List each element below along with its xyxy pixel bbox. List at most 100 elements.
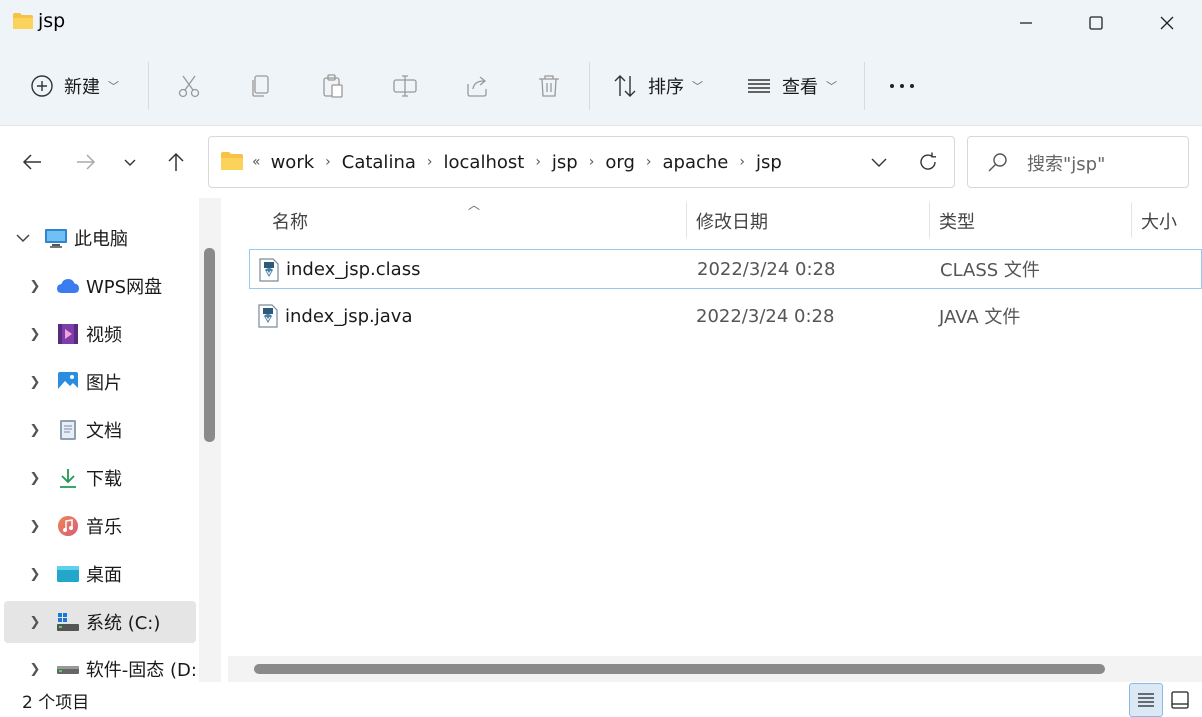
chevron-right-icon[interactable]: ❯ xyxy=(24,279,46,294)
more-button[interactable] xyxy=(888,62,916,110)
search-placeholder: 搜索"jsp" xyxy=(1027,154,1106,175)
sidebar-item-label: 音乐 xyxy=(86,517,122,538)
sidebar-item-downloads[interactable]: ❯ 下载 xyxy=(4,457,196,499)
forward-button[interactable] xyxy=(68,142,104,182)
drive-c-icon xyxy=(56,610,80,634)
chevron-right-icon[interactable]: ❯ xyxy=(24,423,46,438)
window-title: jsp xyxy=(38,10,66,32)
breadcrumb-item[interactable]: Catalina xyxy=(342,152,416,173)
breadcrumb-item[interactable]: jsp xyxy=(756,152,782,173)
folder-icon xyxy=(221,152,243,170)
new-button[interactable]: 新建 ﹀ xyxy=(30,62,119,110)
sidebar-item-label: 视频 xyxy=(86,325,122,346)
maximize-icon xyxy=(1089,16,1103,30)
picture-icon xyxy=(56,370,80,394)
divider xyxy=(589,62,590,110)
paste-button[interactable] xyxy=(320,62,346,110)
chevron-right-icon[interactable]: › xyxy=(739,154,745,170)
sidebar-item-wps-drive[interactable]: ❯ WPS网盘 xyxy=(4,265,196,307)
column-header-type[interactable]: 类型 xyxy=(939,204,975,238)
file-row[interactable]: index_jsp.java 2022/3/24 0:28 JAVA 文件 xyxy=(249,296,1202,336)
item-count: 2 个项目 xyxy=(22,693,90,713)
tiles-view-button[interactable] xyxy=(1163,683,1197,717)
minimize-button[interactable] xyxy=(991,0,1061,46)
chevron-right-icon[interactable]: ❯ xyxy=(24,471,46,486)
column-divider[interactable] xyxy=(929,202,930,238)
refresh-button[interactable] xyxy=(910,142,946,182)
breadcrumb-item[interactable]: localhost xyxy=(444,152,525,173)
chevron-right-icon[interactable]: ❯ xyxy=(24,327,46,342)
delete-button[interactable] xyxy=(536,62,562,110)
tiles-view-icon xyxy=(1171,691,1189,709)
details-view-icon xyxy=(1138,693,1154,707)
java-file-icon xyxy=(258,304,278,328)
music-icon xyxy=(56,514,80,538)
column-divider[interactable] xyxy=(686,202,687,238)
chevron-right-icon[interactable]: › xyxy=(646,154,652,170)
new-label: 新建 xyxy=(64,77,100,98)
more-icon xyxy=(890,84,914,88)
rename-icon xyxy=(393,75,417,97)
breadcrumb-item[interactable]: work xyxy=(271,152,315,173)
column-header-size[interactable]: 大小 xyxy=(1141,204,1177,238)
breadcrumb-overflow[interactable]: « xyxy=(252,154,261,170)
recent-locations-button[interactable] xyxy=(112,142,148,182)
column-header-date[interactable]: 修改日期 xyxy=(696,204,768,238)
file-type: JAVA 文件 xyxy=(939,307,1021,328)
sidebar-item-videos[interactable]: ❯ 视频 xyxy=(4,313,196,355)
share-icon xyxy=(467,76,487,97)
file-row[interactable]: index_jsp.class 2022/3/24 0:28 CLASS 文件 xyxy=(249,249,1202,289)
chevron-down-icon[interactable] xyxy=(12,231,34,245)
chevron-right-icon[interactable]: ❯ xyxy=(24,567,46,582)
sidebar-item-label: 桌面 xyxy=(86,565,122,586)
chevron-right-icon[interactable]: › xyxy=(427,154,433,170)
chevron-right-icon[interactable]: › xyxy=(589,154,595,170)
chevron-down-icon: ﹀ xyxy=(692,80,703,93)
breadcrumb-item[interactable]: jsp xyxy=(552,152,578,173)
drive-d-icon xyxy=(56,657,80,681)
chevron-right-icon[interactable]: › xyxy=(535,154,541,170)
column-header-name[interactable]: 名称 xyxy=(272,204,308,238)
chevron-right-icon[interactable]: › xyxy=(325,154,331,170)
back-button[interactable] xyxy=(14,142,50,182)
rename-button[interactable] xyxy=(392,62,418,110)
file-name: index_jsp.class xyxy=(286,258,421,280)
breadcrumb: « work › Catalina › localhost › jsp › or… xyxy=(248,148,782,176)
column-divider[interactable] xyxy=(1131,202,1132,238)
chevron-right-icon[interactable]: ❯ xyxy=(24,615,46,630)
sidebar-item-label: 图片 xyxy=(86,373,122,394)
up-button[interactable] xyxy=(158,142,194,182)
sidebar-scrollbar-thumb[interactable] xyxy=(204,248,215,442)
sidebar-item-desktop[interactable]: ❯ 桌面 xyxy=(4,553,196,595)
breadcrumb-item[interactable]: org xyxy=(605,152,635,173)
chevron-right-icon[interactable]: ❯ xyxy=(24,662,46,677)
file-name: index_jsp.java xyxy=(285,305,413,327)
copy-button[interactable] xyxy=(248,62,274,110)
cut-button[interactable] xyxy=(176,62,202,110)
details-view-button[interactable] xyxy=(1129,683,1163,717)
breadcrumb-item[interactable]: apache xyxy=(662,152,728,173)
chevron-right-icon[interactable]: ❯ xyxy=(24,519,46,534)
sidebar-item-drive-c[interactable]: ❯ 系统 (C:) xyxy=(4,601,196,643)
folder-icon xyxy=(13,13,33,29)
maximize-button[interactable] xyxy=(1061,0,1131,46)
view-button[interactable]: 查看 ﹀ xyxy=(746,62,837,110)
view-label: 查看 xyxy=(782,77,818,98)
video-icon xyxy=(56,322,80,346)
chevron-right-icon[interactable]: ❯ xyxy=(24,375,46,390)
sidebar-item-music[interactable]: ❯ 音乐 xyxy=(4,505,196,547)
divider xyxy=(148,62,149,110)
chevron-down-icon xyxy=(871,158,887,167)
close-icon xyxy=(1160,16,1174,30)
share-button[interactable] xyxy=(464,62,490,110)
sidebar-item-this-pc[interactable]: 此电脑 xyxy=(4,217,196,259)
sort-icon xyxy=(614,75,636,97)
sidebar-item-documents[interactable]: ❯ 文档 xyxy=(4,409,196,451)
sidebar-item-pictures[interactable]: ❯ 图片 xyxy=(4,361,196,403)
arrow-right-icon xyxy=(77,154,96,170)
address-history-button[interactable] xyxy=(861,142,897,182)
file-date: 2022/3/24 0:28 xyxy=(697,258,836,280)
close-button[interactable] xyxy=(1132,0,1202,46)
horizontal-scrollbar-thumb[interactable] xyxy=(254,664,1105,674)
sort-button[interactable]: 排序 ﹀ xyxy=(612,62,703,110)
